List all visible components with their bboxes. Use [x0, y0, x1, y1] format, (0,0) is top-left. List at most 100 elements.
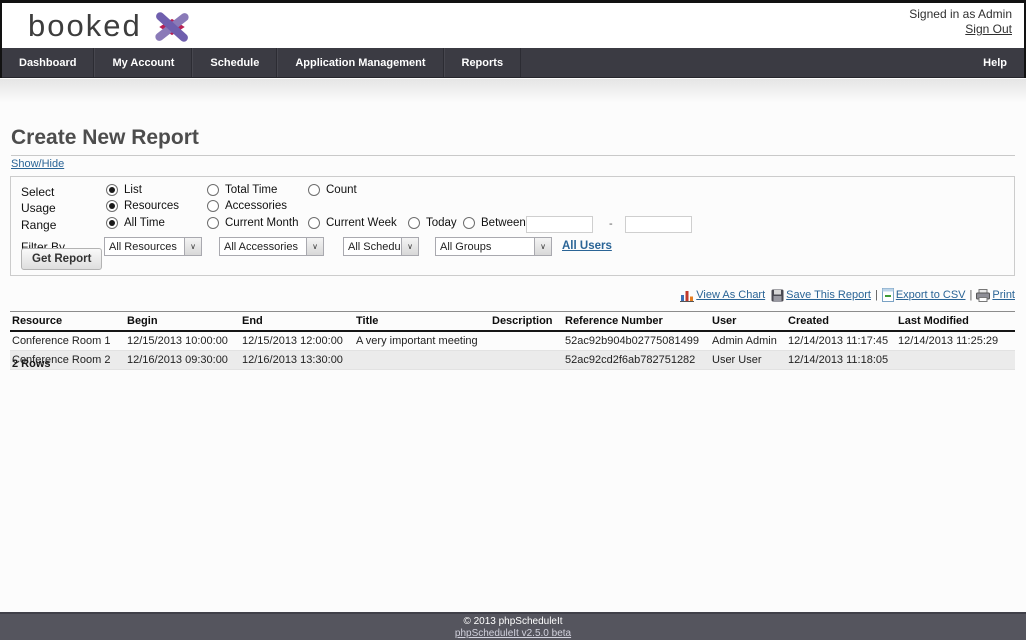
nav-schedule[interactable]: Schedule: [192, 48, 277, 77]
cell-reference-number: 52ac92b904b02775081499: [563, 331, 710, 351]
select-value: All Schedules: [344, 238, 401, 255]
schedules-filter-select[interactable]: All Schedules ∨: [343, 237, 419, 256]
between-end-input[interactable]: [625, 216, 692, 233]
col-last-modified: Last Modified: [896, 312, 1015, 332]
filter-row: Filter By All Resources ∨ All Accessorie…: [11, 239, 1014, 255]
option-all-time: All Time: [106, 217, 165, 229]
cell-end: 12/15/2013 12:00:00: [240, 331, 354, 351]
radio-current-week[interactable]: [308, 217, 320, 229]
groups-filter-select[interactable]: All Groups ∨: [435, 237, 552, 256]
option-today: Today: [408, 217, 457, 229]
between-start-input[interactable]: [526, 216, 593, 233]
option-total-time: Total Time: [207, 184, 277, 196]
browser-chrome: booked Signed in as Admin Sign Out Dashb…: [0, 0, 1026, 78]
radio-resources[interactable]: [106, 200, 118, 212]
radio-label: Today: [426, 217, 457, 229]
get-report-button[interactable]: Get Report: [21, 248, 102, 270]
print-label: Print: [992, 289, 1015, 301]
cell-description: [490, 331, 563, 351]
cell-created: 12/14/2013 11:17:45: [786, 331, 896, 351]
radio-label: List: [124, 184, 142, 196]
save-this-report-label: Save This Report: [786, 289, 871, 301]
save-this-report-link[interactable]: Save This Report: [771, 289, 871, 302]
usage-row-label: Usage: [21, 201, 56, 215]
floppy-disk-icon: [771, 289, 784, 302]
cell-created: 12/14/2013 11:18:05: [786, 351, 896, 370]
export-to-csv-label: Export to CSV: [896, 289, 966, 301]
select-value: All Groups: [436, 238, 534, 255]
print-link[interactable]: Print: [976, 289, 1015, 302]
option-current-month: Current Month: [207, 217, 299, 229]
cell-reference-number: 52ac92cd2f6ab782751282: [563, 351, 710, 370]
nav-my-account[interactable]: My Account: [94, 48, 192, 77]
chevron-down-icon: ∨: [184, 238, 201, 255]
table-row: Conference Room 2 12/16/2013 09:30:00 12…: [10, 351, 1015, 370]
radio-label: All Time: [124, 217, 165, 229]
radio-between[interactable]: [463, 217, 475, 229]
option-accessories: Accessories: [207, 200, 287, 212]
pinwheel-asterisk-icon: [150, 7, 194, 47]
select-row-label: Select: [21, 185, 54, 199]
nav-reports[interactable]: Reports: [444, 48, 522, 77]
export-to-csv-link[interactable]: Export to CSV: [882, 288, 966, 302]
accessories-filter-select[interactable]: All Accessories ∨: [219, 237, 324, 256]
option-list: List: [106, 184, 142, 196]
sign-out-link[interactable]: Sign Out: [965, 22, 1012, 36]
separator: |: [875, 289, 878, 301]
top-header: booked Signed in as Admin Sign Out: [2, 3, 1024, 48]
radio-label: Current Week: [326, 217, 397, 229]
table-header-row: Resource Begin End Title Description Ref…: [10, 312, 1015, 332]
radio-accessories[interactable]: [207, 200, 219, 212]
nav-help[interactable]: Help: [966, 48, 1024, 77]
usage-row: Usage Resources Accessories: [11, 200, 1014, 216]
page-title: Create New Report: [11, 126, 1015, 156]
cell-description: [490, 351, 563, 370]
view-as-chart-label: View As Chart: [696, 289, 765, 301]
radio-total-time[interactable]: [207, 184, 219, 196]
chevron-down-icon: ∨: [534, 238, 551, 255]
option-resources: Resources: [106, 200, 179, 212]
cell-user: User User: [710, 351, 786, 370]
radio-today[interactable]: [408, 217, 420, 229]
table-row: Conference Room 1 12/15/2013 10:00:00 12…: [10, 331, 1015, 351]
footer-copyright: © 2013 phpScheduleIt: [0, 616, 1026, 628]
show-hide-link[interactable]: Show/Hide: [11, 158, 64, 170]
cell-begin: 12/15/2013 10:00:00: [125, 331, 240, 351]
radio-all-time[interactable]: [106, 217, 118, 229]
chevron-down-icon: ∨: [306, 238, 323, 255]
session-info: Signed in as Admin Sign Out: [909, 7, 1012, 37]
cell-last-modified: [896, 351, 1015, 370]
radio-label: Total Time: [225, 184, 277, 196]
col-reference-number: Reference Number: [563, 312, 710, 332]
chevron-down-icon: ∨: [401, 238, 418, 255]
option-count: Count: [308, 184, 357, 196]
range-separator: -: [609, 218, 613, 230]
footer-version-link[interactable]: phpScheduleIt v2.5.0 beta: [455, 628, 571, 639]
nav-dashboard[interactable]: Dashboard: [2, 48, 94, 77]
select-row: Select List Total Time Count: [11, 184, 1014, 200]
logo[interactable]: booked: [28, 5, 194, 47]
nav-application-management[interactable]: Application Management: [277, 48, 443, 77]
select-value: All Accessories: [220, 238, 306, 255]
col-begin: Begin: [125, 312, 240, 332]
radio-count[interactable]: [308, 184, 320, 196]
radio-label: Current Month: [225, 217, 299, 229]
cell-user: Admin Admin: [710, 331, 786, 351]
radio-current-month[interactable]: [207, 217, 219, 229]
printer-icon: [976, 289, 990, 302]
all-users-link[interactable]: All Users: [562, 240, 612, 252]
radio-list[interactable]: [106, 184, 118, 196]
option-between: Between: [463, 217, 526, 229]
range-row: Range All Time Current Month Current Wee…: [11, 217, 1014, 233]
report-results-table: Resource Begin End Title Description Ref…: [10, 311, 1015, 370]
view-as-chart-link[interactable]: View As Chart: [680, 289, 765, 302]
col-end: End: [240, 312, 354, 332]
radio-label: Accessories: [225, 200, 287, 212]
signed-in-text: Signed in as Admin: [909, 7, 1012, 22]
logo-text: booked: [28, 6, 142, 46]
csv-file-icon: [882, 288, 894, 302]
page-footer: © 2013 phpScheduleIt phpScheduleIt v2.5.…: [0, 612, 1026, 640]
resources-filter-select[interactable]: All Resources ∨: [104, 237, 202, 256]
col-user: User: [710, 312, 786, 332]
cell-title: [354, 351, 490, 370]
